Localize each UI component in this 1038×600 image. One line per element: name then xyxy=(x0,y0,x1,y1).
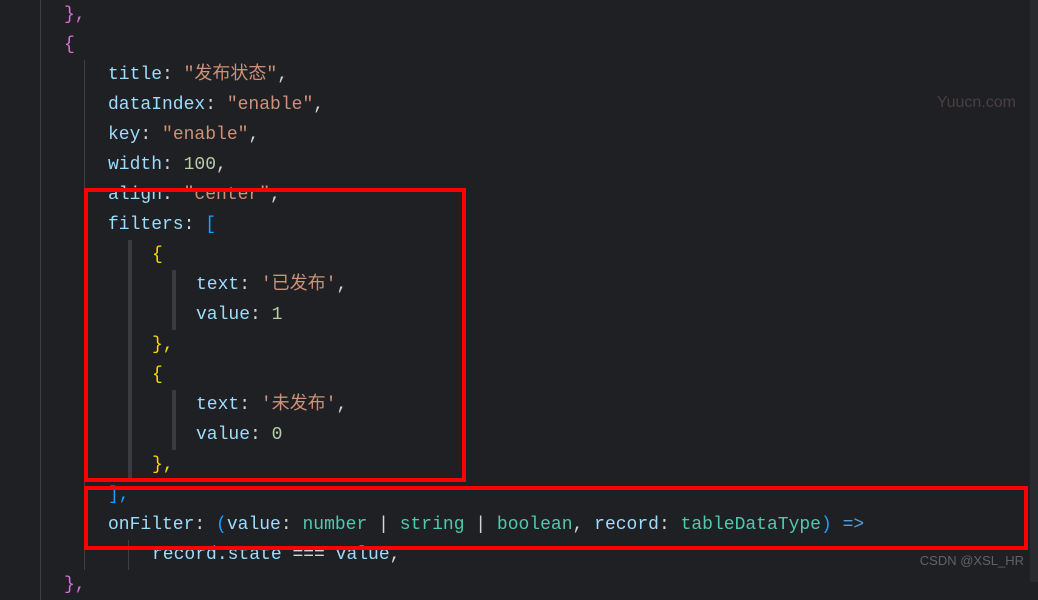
op-equals: === xyxy=(292,545,324,565)
prop-filters: filters xyxy=(108,215,184,235)
code-line[interactable]: key: "enable", xyxy=(20,120,1038,150)
prop-width: width xyxy=(108,155,162,175)
val-title: "发布状态" xyxy=(184,65,278,85)
code-line[interactable]: { xyxy=(20,30,1038,60)
code-line[interactable]: record.state === value, xyxy=(20,540,1038,570)
code-line[interactable]: { xyxy=(20,240,1038,270)
code-line[interactable]: }, xyxy=(20,330,1038,360)
code-line[interactable]: title: "发布状态", xyxy=(20,60,1038,90)
arrow: => xyxy=(843,515,865,535)
val-value: 1 xyxy=(272,305,283,325)
code-line[interactable]: }, xyxy=(20,0,1038,30)
type-tabledatatype: tableDataType xyxy=(681,515,821,535)
brace-close: }, xyxy=(152,335,174,355)
code-line[interactable]: text: '未发布', xyxy=(20,390,1038,420)
code-line[interactable]: align: "center", xyxy=(20,180,1038,210)
code-line[interactable]: }, xyxy=(20,450,1038,480)
val-align: "center" xyxy=(184,185,270,205)
code-line[interactable]: width: 100, xyxy=(20,150,1038,180)
var-value: value xyxy=(336,545,390,565)
val-dataindex: "enable" xyxy=(227,95,313,115)
bracket-open: [ xyxy=(205,215,216,235)
prop-onfilter: onFilter xyxy=(108,515,194,535)
param-value: value xyxy=(227,515,281,535)
code-line[interactable]: }, xyxy=(20,570,1038,600)
prop-text: text xyxy=(196,275,239,295)
prop-value: value xyxy=(196,425,250,445)
type-number: number xyxy=(302,515,367,535)
code-editor[interactable]: }, { title: "发布状态", dataIndex: "enable",… xyxy=(0,0,1038,600)
code-line[interactable]: filters: [ xyxy=(20,210,1038,240)
type-string: string xyxy=(400,515,465,535)
code-line[interactable]: value: 1 xyxy=(20,300,1038,330)
code-line[interactable]: text: '已发布', xyxy=(20,270,1038,300)
prop-text: text xyxy=(196,395,239,415)
val-key: "enable" xyxy=(162,125,248,145)
param-record: record xyxy=(594,515,659,535)
type-boolean: boolean xyxy=(497,515,573,535)
brace-close: }, xyxy=(64,5,86,25)
brace-close: }, xyxy=(152,455,174,475)
prop-value: value xyxy=(196,305,250,325)
val-text: '未发布' xyxy=(261,395,337,415)
code-line[interactable]: onFilter: (value: number | string | bool… xyxy=(20,510,1038,540)
var-record: record xyxy=(152,545,217,565)
brace-close: }, xyxy=(64,575,86,595)
code-line[interactable]: dataIndex: "enable", xyxy=(20,90,1038,120)
code-line[interactable]: { xyxy=(20,360,1038,390)
var-state: .state xyxy=(217,545,282,565)
prop-key: key xyxy=(108,125,140,145)
code-line[interactable]: ], xyxy=(20,480,1038,510)
brace-open: { xyxy=(152,365,163,385)
code-line[interactable]: value: 0 xyxy=(20,420,1038,450)
val-text: '已发布' xyxy=(261,275,337,295)
prop-align: align xyxy=(108,185,162,205)
prop-title: title xyxy=(108,65,162,85)
val-width: 100 xyxy=(184,155,216,175)
minimap[interactable] xyxy=(1030,0,1038,582)
brace-open: { xyxy=(152,245,163,265)
brace-open: { xyxy=(64,35,75,55)
prop-dataindex: dataIndex xyxy=(108,95,205,115)
val-value: 0 xyxy=(272,425,283,445)
bracket-close: ], xyxy=(108,485,130,505)
